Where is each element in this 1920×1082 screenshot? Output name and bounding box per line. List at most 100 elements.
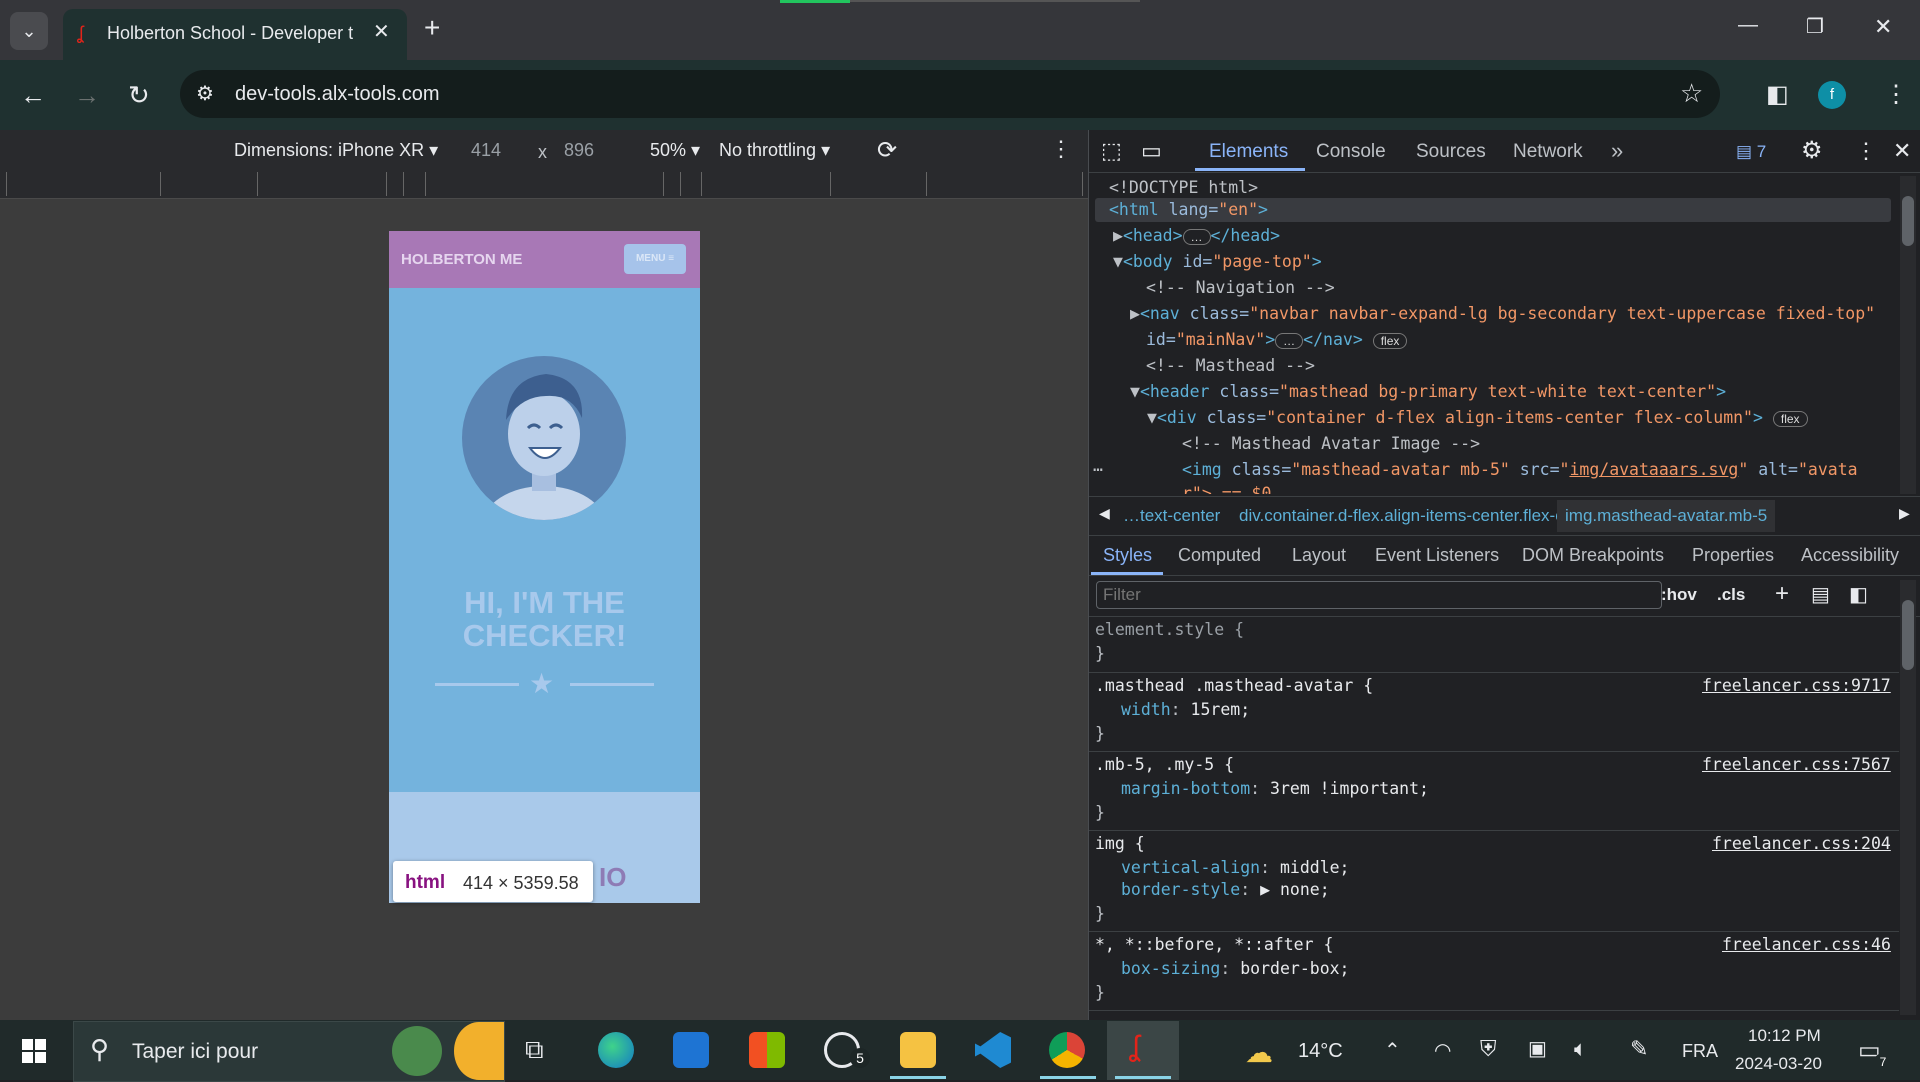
dom-comment-avatar[interactable]: <!-- Masthead Avatar Image --> [1182, 434, 1480, 453]
tab-sources[interactable]: Sources [1416, 141, 1486, 163]
issues-badge[interactable]: ▤ 7 [1736, 142, 1766, 162]
dom-line-head[interactable]: ▶<head>… </head> [1113, 226, 1280, 245]
profile-avatar[interactable]: f [1818, 81, 1846, 109]
weather-cloud-icon[interactable]: ☁ [1245, 1036, 1273, 1069]
rule-declaration[interactable]: vertical-align: middle; [1121, 858, 1350, 877]
rule-selector[interactable]: img { [1095, 834, 1145, 853]
file-explorer-icon[interactable] [900, 1032, 936, 1068]
rule-selector[interactable]: .masthead .masthead-avatar { [1095, 676, 1373, 695]
style-rule[interactable]: *, *::before, *::after { freelancer.css:… [1089, 932, 1899, 1011]
tab-computed[interactable]: Computed [1178, 545, 1261, 566]
dom-line-doctype[interactable]: <!DOCTYPE html> [1109, 178, 1258, 197]
media-query-ruler[interactable] [0, 170, 1088, 199]
rule-declaration[interactable]: width: 15rem; [1121, 700, 1250, 719]
dom-comment-navigation[interactable]: <!-- Navigation --> [1146, 278, 1335, 297]
rule-declaration[interactable]: margin-bottom: 3rem !important; [1121, 779, 1429, 798]
flex-badge[interactable]: flex [1372, 333, 1408, 349]
paint-brush-icon[interactable]: ▤ [1811, 582, 1830, 607]
devtools-more-icon[interactable]: ⋮ [1855, 138, 1877, 164]
back-button[interactable]: ← [20, 80, 46, 111]
clock-date[interactable]: 2024-03-20 [1735, 1054, 1822, 1074]
url-text[interactable]: dev-tools.alx-tools.com [235, 83, 440, 106]
taskbar-search[interactable]: ⚲ Taper ici pour [73, 1021, 505, 1082]
bookmark-star-icon[interactable]: ☆ [1680, 78, 1703, 109]
tab-close-icon[interactable]: ✕ [373, 19, 390, 44]
device-toggle-icon[interactable]: ▭ [1141, 138, 1162, 164]
devtools-close-icon[interactable]: ✕ [1893, 138, 1911, 164]
rule-source-link[interactable]: freelancer.css:204 [1712, 834, 1891, 853]
language-indicator[interactable]: FRA [1682, 1041, 1718, 1062]
taskbar-search-text[interactable]: Taper ici pour [132, 1040, 258, 1064]
rotate-icon[interactable]: ⟳ [877, 136, 897, 165]
new-tab-button[interactable]: + [424, 12, 440, 44]
dom-line-header[interactable]: ▼<header class="masthead bg-primary text… [1130, 382, 1726, 401]
img-src-link[interactable]: img/avataaars.svg [1569, 460, 1738, 479]
rule-source-link[interactable]: freelancer.css:46 [1722, 935, 1891, 954]
windows-start-icon[interactable] [22, 1039, 46, 1063]
tab-properties[interactable]: Properties [1692, 545, 1774, 566]
mail-icon[interactable] [673, 1032, 709, 1068]
dom-line-img-cont[interactable]: r"> == $0 [1182, 484, 1271, 494]
height-input[interactable]: 896 [564, 140, 594, 161]
tab-event-listeners[interactable]: Event Listeners [1375, 545, 1499, 566]
throttling-select[interactable]: No throttling ▾ [719, 140, 830, 161]
device-more-icon[interactable]: ⋮ [1050, 136, 1072, 162]
hov-toggle[interactable]: :hov [1661, 585, 1697, 605]
dom-line-nav[interactable]: ▶<nav class="navbar navbar-expand-lg bg-… [1130, 304, 1875, 323]
rule-source-link[interactable]: freelancer.css:9717 [1702, 676, 1891, 695]
clock-time[interactable]: 10:12 PM [1748, 1026, 1821, 1046]
edge-icon[interactable] [598, 1032, 634, 1068]
security-shield-icon[interactable]: ⛨ [1480, 1036, 1497, 1062]
inspect-element-icon[interactable]: ⬚ [1101, 138, 1122, 164]
dom-line-nav-cont[interactable]: id="mainNav">… </nav> flex [1146, 330, 1408, 349]
dom-line-img[interactable]: <img class="masthead-avatar mb-5" src="i… [1182, 460, 1858, 479]
rule-source-link[interactable]: freelancer.css:7567 [1702, 755, 1891, 774]
dom-line-html[interactable]: <html lang="en"> [1109, 200, 1268, 219]
style-rule[interactable]: img { freelancer.css:204 vertical-align:… [1089, 831, 1899, 932]
zoom-select[interactable]: 50% ▾ [650, 140, 700, 161]
window-close-button[interactable]: ✕ [1874, 14, 1892, 40]
breadcrumb-scroll-right[interactable]: ▶ [1899, 505, 1910, 522]
breadcrumb-item-active[interactable]: img.masthead-avatar.mb-5 [1557, 500, 1776, 532]
minimize-button[interactable]: — [1738, 14, 1758, 37]
task-view-icon[interactable]: ⧉ [525, 1034, 544, 1066]
pen-icon[interactable]: ✎ [1630, 1036, 1648, 1062]
restore-button[interactable]: ❐ [1806, 14, 1824, 39]
tab-styles[interactable]: Styles [1103, 545, 1152, 566]
chrome-menu-icon[interactable]: ⋮ [1884, 80, 1908, 109]
flex-badge[interactable]: flex [1772, 411, 1808, 427]
tab-search-button[interactable]: ⌄ [10, 12, 48, 50]
style-rule[interactable]: .masthead .masthead-avatar { freelancer.… [1089, 673, 1899, 752]
style-rule[interactable]: element.style { } [1089, 618, 1899, 673]
network-icon[interactable]: ▣ [1528, 1036, 1547, 1061]
styles-scrollbar-thumb[interactable] [1902, 600, 1914, 670]
rule-selector[interactable]: .mb-5, .my-5 { [1095, 755, 1234, 774]
dom-gutter-ellipsis[interactable]: … [1093, 456, 1103, 475]
dom-comment-masthead[interactable]: <!-- Masthead --> [1146, 356, 1315, 375]
tab-elements[interactable]: Elements [1209, 141, 1288, 163]
active-app-highlight[interactable]: ʆ [1107, 1021, 1179, 1080]
ellipsis-badge[interactable]: … [1275, 333, 1304, 349]
chrome-icon[interactable] [1049, 1032, 1085, 1068]
dom-scrollbar[interactable] [1900, 176, 1916, 494]
rule-selector[interactable]: *, *::before, *::after { [1095, 935, 1333, 954]
device-viewport[interactable]: HOLBERTON ME MENU ≡ HI, I'M THE CHECKER!… [389, 231, 700, 903]
dom-scrollbar-thumb[interactable] [1902, 196, 1914, 246]
microsoft-store-icon[interactable] [749, 1032, 785, 1068]
tab-dom-breakpoints[interactable]: DOM Breakpoints [1522, 545, 1664, 566]
toggle-sidebar-icon[interactable]: ◧ [1849, 582, 1868, 607]
breadcrumb-scroll-left[interactable]: ◀ [1099, 505, 1110, 522]
dimensions-select[interactable]: Dimensions: iPhone XR ▾ [234, 140, 438, 161]
address-bar[interactable]: ⚙ dev-tools.alx-tools.com ☆ [180, 70, 1720, 118]
browser-tab-active[interactable]: ʆ Holberton School - Developer t ✕ [63, 9, 407, 60]
styles-scrollbar[interactable] [1900, 580, 1916, 1015]
tray-chevron-icon[interactable]: ⌃ [1384, 1038, 1401, 1063]
phone-brand[interactable]: HOLBERTON ME [401, 251, 522, 268]
tab-layout[interactable]: Layout [1292, 545, 1346, 566]
breadcrumb-item[interactable]: div.container.d-flex.align-items-center.… [1239, 506, 1610, 526]
tab-console[interactable]: Console [1316, 141, 1386, 163]
cls-toggle[interactable]: .cls [1717, 585, 1745, 605]
side-panel-icon[interactable]: ◧ [1766, 80, 1789, 109]
wifi-icon[interactable]: ◠ [1434, 1038, 1451, 1063]
dom-line-div[interactable]: ▼<div class="container d-flex align-item… [1147, 408, 1808, 427]
